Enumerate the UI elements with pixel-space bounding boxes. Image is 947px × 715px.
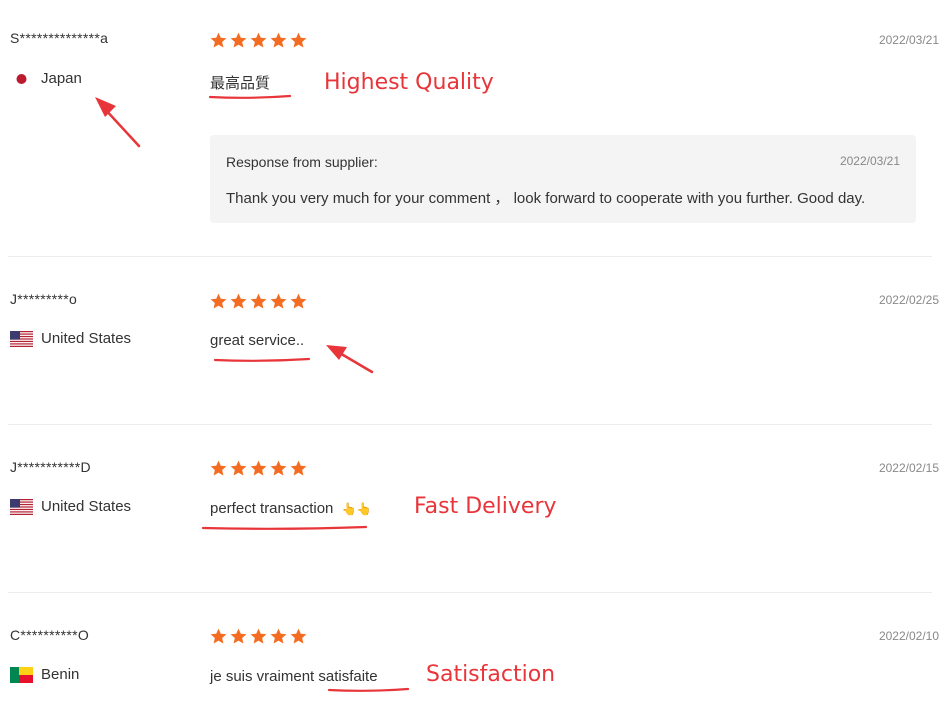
us-flag-icon [10,330,33,347]
buyer-country: United States [10,330,131,347]
star-icon [230,628,247,644]
annotation-overlay [95,94,410,692]
comment-text: perfect transaction [210,500,334,517]
star-icon [230,460,247,476]
star-icon [270,628,287,644]
star-icon [210,460,227,476]
rating-stars [209,459,308,478]
country-label: Benin [41,666,80,683]
rating-stars [209,31,308,50]
review-comment: perfect transaction 👆👆 [210,500,371,517]
review-date: 2022/02/10 [878,629,939,643]
star-icon [270,293,287,309]
review-comment: great service.. [210,332,305,349]
buyer-name: C**********O [10,627,90,643]
review-divider [8,424,932,425]
star-icon [210,628,227,644]
annotation-label: Fast Delivery [414,494,557,519]
review-date: 2022/02/15 [878,461,939,475]
buyer-name: J***********D [10,459,91,475]
response-label: Response from supplier: [226,154,378,170]
response-date: 2022/03/21 [839,154,900,168]
review-divider [8,592,932,593]
rating-stars [209,627,308,646]
star-icon [290,460,307,476]
underline-mark [208,94,292,99]
country-label: United States [41,498,132,515]
buyer-country: Japan [10,70,82,87]
pointing-hands-icon: 👆👆 [341,502,372,516]
star-icon [290,628,307,644]
annotation-label: Highest Quality [324,70,494,95]
review-divider [8,256,932,257]
star-icon [250,628,267,644]
us-flag-icon [10,498,33,515]
annotation-label: Satisfaction [426,662,556,687]
underline-mark [201,525,368,530]
star-icon [290,293,307,309]
star-icon [230,293,247,309]
arrow-icon [326,345,374,374]
japan-flag-icon [10,70,33,87]
country-label: United States [41,330,132,347]
star-icon [250,32,267,48]
star-icon [270,460,287,476]
buyer-name: S**************a [10,30,109,46]
star-icon [210,293,227,309]
underline-mark [213,357,311,362]
response-text: Thank you very much for your comment ， l… [226,190,866,207]
benin-flag-icon [10,666,33,683]
country-label: Japan [41,70,82,87]
star-icon [250,460,267,476]
star-icon [230,32,247,48]
star-icon [210,32,227,48]
rating-stars [209,292,308,311]
review-date: 2022/03/21 [878,33,939,47]
review-comment: je suis vraiment satisfaite [210,668,378,685]
supplier-response: Response from supplier: 2022/03/21 Thank… [210,135,916,223]
arrow-icon [95,97,141,148]
review-date: 2022/02/25 [878,293,939,307]
underline-mark [327,687,410,692]
buyer-country: Benin [10,666,79,683]
review-comment: 最高品質 [210,75,271,92]
star-icon [290,32,307,48]
buyer-name: J*********o [10,291,78,307]
star-icon [250,293,267,309]
buyer-country: United States [10,498,131,515]
star-icon [270,32,287,48]
